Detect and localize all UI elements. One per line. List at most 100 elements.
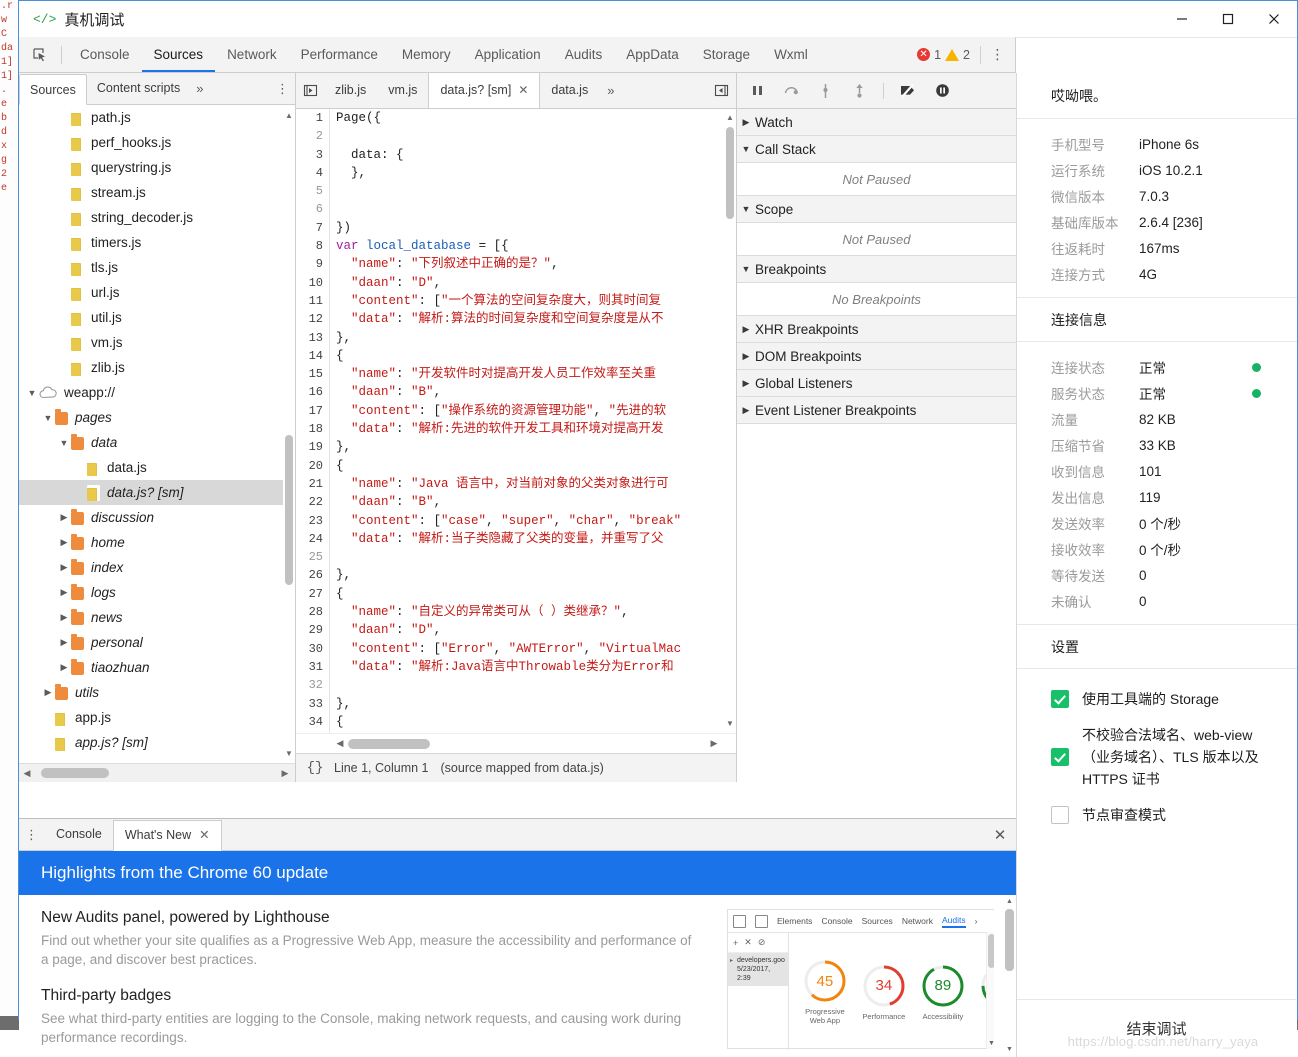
- drawer-tab-console[interactable]: Console: [45, 819, 113, 850]
- line-number[interactable]: 34: [296, 713, 329, 731]
- editor-tab[interactable]: data.js? [sm]✕: [428, 73, 540, 108]
- line-number[interactable]: 17: [296, 402, 329, 420]
- minimize-button[interactable]: [1159, 1, 1205, 37]
- line-number[interactable]: 23: [296, 512, 329, 530]
- checkbox-checked-icon[interactable]: [1051, 690, 1069, 708]
- whats-new-scroll-thumb[interactable]: [1005, 909, 1014, 971]
- tree-row[interactable]: ▼data: [19, 430, 295, 455]
- collapsed-twisty-icon[interactable]: ▶: [57, 587, 71, 598]
- line-number[interactable]: 10: [296, 274, 329, 292]
- line-number[interactable]: 8: [296, 237, 329, 255]
- drawer-tab-whats-new[interactable]: What's New ✕: [113, 820, 222, 851]
- debugger-section-call-stack[interactable]: ▼Call Stack: [737, 136, 1016, 163]
- whats-new-scroll-down-icon[interactable]: ▼: [1005, 1046, 1014, 1053]
- debugger-section-breakpoints[interactable]: ▼Breakpoints: [737, 256, 1016, 283]
- editor-scroll-left-icon[interactable]: ◀: [332, 738, 348, 749]
- line-number[interactable]: 22: [296, 493, 329, 511]
- line-number[interactable]: 15: [296, 365, 329, 383]
- step-into-icon[interactable]: [815, 81, 835, 101]
- setting-row[interactable]: 节点审查模式: [1017, 797, 1297, 833]
- debugger-section-global-listeners[interactable]: ▶Global Listeners: [737, 370, 1016, 397]
- tree-row[interactable]: ▼pages: [19, 405, 295, 430]
- line-number[interactable]: 3: [296, 146, 329, 164]
- tree-row[interactable]: ▶logs: [19, 580, 295, 605]
- panel-tab-application[interactable]: Application: [463, 37, 553, 72]
- tree-row[interactable]: tls.js: [19, 255, 295, 280]
- drawer-tab-close-icon[interactable]: ✕: [199, 820, 209, 851]
- code-editor[interactable]: 1234567891011121314151617181920212223242…: [296, 109, 736, 733]
- nav-tabs-more-icon[interactable]: »: [190, 81, 209, 96]
- collapsed-twisty-icon[interactable]: ▶: [57, 562, 71, 573]
- panel-tab-appdata[interactable]: AppData: [614, 37, 691, 72]
- line-number[interactable]: 32: [296, 676, 329, 694]
- deactivate-breakpoints-icon[interactable]: [898, 81, 918, 101]
- tree-row[interactable]: ▶discussion: [19, 505, 295, 530]
- editor-scrollbar[interactable]: ▲ ▼: [723, 109, 736, 733]
- nav-tab-sources[interactable]: Sources: [19, 74, 87, 105]
- line-number[interactable]: 29: [296, 621, 329, 639]
- expanded-twisty-icon[interactable]: ▼: [25, 388, 39, 398]
- tree-row[interactable]: ▶personal: [19, 630, 295, 655]
- collapsed-twisty-icon[interactable]: ▶: [41, 687, 55, 698]
- scroll-right-icon[interactable]: ▶: [277, 768, 293, 779]
- navigator-more-menu-icon[interactable]: ⋮: [271, 81, 295, 97]
- line-number[interactable]: 5: [296, 182, 329, 200]
- tree-row[interactable]: app.js? [sm]: [19, 730, 295, 755]
- line-number[interactable]: 1: [296, 109, 329, 127]
- tree-row[interactable]: stream.js: [19, 180, 295, 205]
- step-out-icon[interactable]: [849, 81, 869, 101]
- whats-new-scrollbar[interactable]: ▲ ▼: [1003, 895, 1016, 1056]
- tree-row[interactable]: timers.js: [19, 230, 295, 255]
- collapsed-twisty-icon[interactable]: ▶: [57, 537, 71, 548]
- step-over-icon[interactable]: [781, 81, 801, 101]
- pretty-print-icon[interactable]: {}: [296, 760, 334, 776]
- tree-row[interactable]: zlib.js: [19, 355, 295, 380]
- debugger-section-scope[interactable]: ▼Scope: [737, 196, 1016, 223]
- editor-tab[interactable]: vm.js: [377, 73, 428, 108]
- show-debugger-icon[interactable]: [706, 83, 736, 98]
- line-number[interactable]: 24: [296, 530, 329, 548]
- line-number[interactable]: 4: [296, 164, 329, 182]
- collapsed-twisty-icon[interactable]: ▶: [57, 612, 71, 623]
- line-number[interactable]: 19: [296, 438, 329, 456]
- tree-row[interactable]: querystring.js: [19, 155, 295, 180]
- pause-on-exceptions-icon[interactable]: [932, 81, 952, 101]
- line-number[interactable]: 2: [296, 127, 329, 145]
- debugger-section-watch[interactable]: ▶Watch: [737, 109, 1016, 136]
- file-tree-scroll-thumb[interactable]: [285, 435, 293, 585]
- collapsed-twisty-icon[interactable]: ▶: [57, 512, 71, 523]
- scroll-down-icon[interactable]: ▼: [284, 749, 294, 759]
- file-tree-hscroll-thumb[interactable]: [41, 768, 109, 778]
- editor-tab[interactable]: data.js: [540, 73, 599, 108]
- file-tree-scrollbar[interactable]: ▲ ▼: [283, 105, 295, 763]
- collapsed-twisty-icon[interactable]: ▶: [57, 637, 71, 648]
- collapsed-twisty-icon[interactable]: ▶: [57, 662, 71, 673]
- checkbox-unchecked-icon[interactable]: [1051, 806, 1069, 824]
- scroll-up-icon[interactable]: ▲: [284, 111, 294, 121]
- tree-row[interactable]: util.js: [19, 305, 295, 330]
- editor-tab-close-icon[interactable]: ✕: [518, 73, 528, 108]
- code-content[interactable]: Page({ data: { }, })var local_database =…: [336, 109, 722, 733]
- devtools-more-menu-icon[interactable]: ⋮: [987, 46, 1009, 63]
- panel-tab-performance[interactable]: Performance: [289, 37, 390, 72]
- line-number[interactable]: 27: [296, 585, 329, 603]
- tree-row[interactable]: app.js: [19, 705, 295, 730]
- line-number[interactable]: 7: [296, 219, 329, 237]
- editor-scroll-thumb[interactable]: [726, 127, 734, 219]
- tree-row[interactable]: ▶tiaozhuan: [19, 655, 295, 680]
- line-number[interactable]: 33: [296, 695, 329, 713]
- panel-tab-sources[interactable]: Sources: [142, 37, 216, 72]
- debugger-section-dom-breakpoints[interactable]: ▶DOM Breakpoints: [737, 343, 1016, 370]
- drawer-more-menu-icon[interactable]: ⋮: [19, 827, 45, 843]
- tree-row[interactable]: ▶utils: [19, 680, 295, 705]
- file-tree-hscrollbar[interactable]: ◀ ▶: [19, 763, 295, 782]
- tree-row[interactable]: data.js? [sm]: [19, 480, 295, 505]
- line-number-gutter[interactable]: 1234567891011121314151617181920212223242…: [296, 109, 330, 733]
- line-number[interactable]: 11: [296, 292, 329, 310]
- debugger-section-xhr-breakpoints[interactable]: ▶XHR Breakpoints: [737, 316, 1016, 343]
- nav-tab-content-scripts[interactable]: Content scripts: [87, 73, 190, 104]
- tree-row[interactable]: url.js: [19, 280, 295, 305]
- tree-row[interactable]: ▶index: [19, 555, 295, 580]
- setting-row[interactable]: 使用工具端的 Storage: [1017, 681, 1297, 717]
- whats-new-scroll-up-icon[interactable]: ▲: [1005, 898, 1014, 905]
